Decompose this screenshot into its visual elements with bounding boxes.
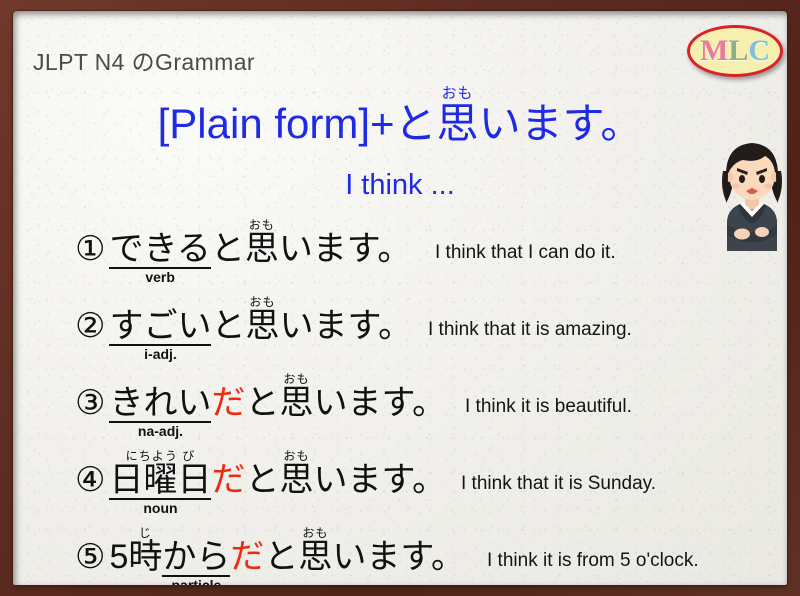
example-tag: noun — [143, 500, 178, 516]
example-highlight-text: 日曜日 — [109, 461, 212, 499]
pattern-suffix: います。 — [478, 100, 643, 147]
pattern-prefix: [Plain form]+と — [157, 100, 437, 147]
example-tail-prefix: と — [245, 384, 280, 422]
slide-paper: JLPT N4 のGrammar MLC [Plain form]+と おも 思いま… — [13, 11, 787, 585]
example-tail-suffix: います。 — [332, 538, 466, 576]
example-highlight: から particle — [162, 538, 231, 585]
example-tag: i-adj. — [144, 346, 177, 362]
example-tag: verb — [145, 269, 175, 285]
example-tail-suffix: います。 — [313, 461, 447, 499]
example-number: ② — [75, 307, 106, 345]
example-ruby-omou: おも思 — [279, 373, 314, 422]
example-row: ② すごい i-adj. とおも 思います。 I think that it is am… — [13, 293, 787, 370]
example-japanese: ② すごい i-adj. とおも 思います。 — [75, 296, 413, 361]
example-number: ⑤ — [75, 538, 106, 576]
example-english: I think that I can do it. — [435, 242, 616, 263]
example-highlight: できる verb — [109, 230, 211, 284]
example-highlight-furigana: にちよう び — [125, 448, 196, 463]
logo-letter-l: L — [728, 34, 749, 67]
example-highlight: すごい i-adj. — [109, 307, 212, 361]
example-highlight: にちよう び日曜日 noun — [109, 450, 212, 515]
example-row: ④ にちよう び日曜日 noun だと おも 思います。 I think that it … — [13, 447, 787, 524]
example-lead-furigana: じ — [138, 525, 152, 540]
title-furigana: おも — [441, 86, 474, 103]
example-number: ③ — [75, 384, 106, 422]
example-japanese: ⑤ 5 じ時から particle だと おも 思います。 — [75, 527, 466, 585]
example-da: だ — [211, 384, 246, 422]
example-da: だ — [211, 461, 246, 499]
example-furigana: おも — [283, 448, 310, 463]
logo-letter-m: M — [699, 34, 729, 67]
logo-letter-c: C — [748, 34, 770, 67]
example-kanji: 思 — [279, 384, 314, 422]
grammar-pattern-title: [Plain form]+と おも 思います。 — [13, 87, 787, 147]
example-japanese: ④ にちよう び日曜日 noun だと おも 思います。 — [75, 450, 447, 515]
example-highlight-text: すごい — [109, 307, 212, 345]
examples-list: ① できる verb とおも 思います。 I think that I can do i… — [13, 216, 787, 585]
example-kanji: 思 — [245, 307, 280, 345]
example-highlight-text: できる — [109, 230, 211, 268]
page-title: JLPT N4 のGrammar — [33, 49, 255, 75]
title-translation: I think ... — [345, 169, 455, 201]
example-furigana: おも — [249, 294, 276, 309]
example-tail-suffix: います。 — [313, 384, 447, 422]
example-tag: na-adj. — [137, 423, 184, 439]
example-row: ① できる verb とおも 思います。 I think that I can do i… — [13, 216, 787, 293]
example-english: I think that it is amazing. — [428, 319, 632, 340]
slide-frame: JLPT N4 のGrammar MLC [Plain form]+と おも 思いま… — [0, 0, 800, 596]
title-ruby-omou: おも思 — [436, 87, 479, 147]
example-highlight-text: から — [162, 538, 231, 576]
example-ruby-omou: おも思 — [298, 527, 333, 576]
example-ruby-omou: おも思 — [279, 450, 314, 499]
example-row: ③ きれい na-adj. だと おも 思います。 I think it is beaut… — [13, 370, 787, 447]
example-highlight-ruby: にちよう び日曜日 — [109, 450, 212, 499]
example-tail-prefix: と — [245, 461, 280, 499]
example-number: ④ — [75, 461, 106, 499]
mlc-logo: MLC — [687, 25, 783, 77]
example-lead-kanji: 時 — [128, 538, 163, 576]
example-japanese: ③ きれい na-adj. だと おも 思います。 — [75, 373, 447, 438]
example-lead-number: 5 — [109, 538, 129, 576]
example-tail-prefix: と — [264, 538, 299, 576]
example-kanji: 思 — [244, 230, 279, 268]
example-da: だ — [230, 538, 265, 576]
title-kanji: 思 — [436, 100, 479, 147]
example-ruby-omou: おも思 — [244, 219, 279, 268]
example-row: ⑤ 5 じ時から particle だと おも 思います。 I think it is fr… — [13, 524, 787, 585]
example-number: ① — [75, 230, 106, 268]
example-kanji: 思 — [279, 461, 314, 499]
example-ruby-omou: おも思 — [245, 296, 280, 345]
example-tag: particle — [171, 577, 222, 585]
example-tail-suffix: います。 — [278, 230, 412, 268]
example-tail-prefix: と — [211, 307, 246, 345]
example-tail-suffix: います。 — [279, 307, 413, 345]
example-highlight-text: きれい — [109, 384, 212, 422]
example-tail-prefix: と — [210, 230, 245, 268]
example-english: I think it is beautiful. — [465, 396, 632, 417]
example-english: I think it is from 5 o'clock. — [487, 550, 699, 571]
example-furigana: おも — [248, 217, 275, 232]
example-english: I think that it is Sunday. — [461, 473, 657, 494]
example-furigana: おも — [283, 371, 310, 386]
example-highlight: きれい na-adj. — [109, 384, 212, 438]
example-japanese: ① できる verb とおも 思います。 — [75, 219, 412, 284]
example-ruby-ji: じ時 — [128, 527, 163, 576]
example-kanji: 思 — [298, 538, 333, 576]
example-furigana: おも — [302, 525, 329, 540]
